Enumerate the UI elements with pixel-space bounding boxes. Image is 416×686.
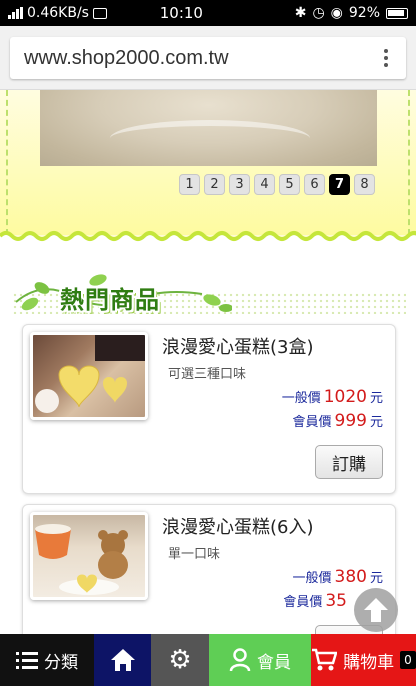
- battery-percent: 92%: [348, 5, 380, 21]
- alarm-icon: ◷: [312, 5, 325, 21]
- member-price-row: 會員價 35: [283, 591, 347, 611]
- user-icon: [229, 648, 251, 672]
- banner-page-6[interactable]: 6: [304, 174, 325, 195]
- banner-page-4[interactable]: 4: [254, 174, 275, 195]
- list-icon: [16, 652, 38, 669]
- banner-page-7[interactable]: 7: [329, 174, 350, 195]
- arrow-up-icon: [364, 598, 388, 622]
- nav-category-label: 分類: [44, 652, 78, 673]
- currency-label: 元: [369, 391, 383, 406]
- nav-home-button[interactable]: [94, 634, 151, 686]
- nav-member-button[interactable]: 會員: [209, 634, 311, 686]
- url-text[interactable]: www.shop2000.com.tw: [24, 47, 366, 70]
- more-vert-icon[interactable]: [366, 49, 406, 67]
- banner-image[interactable]: [40, 90, 377, 166]
- signal-icon: [8, 7, 23, 19]
- product-card[interactable]: 浪漫愛心蛋糕(6入) 單一口味 一般價 380 元 會員價 35 訂購: [22, 504, 396, 659]
- nav-cart-label: 購物車: [343, 652, 395, 673]
- list-price-label: 一般價: [281, 391, 321, 406]
- hot-products-header: 熱門商品: [8, 262, 408, 320]
- member-price-label: 會員價: [292, 415, 332, 430]
- banner-page-5[interactable]: 5: [279, 174, 300, 195]
- member-price-label: 會員價: [283, 595, 323, 610]
- banner-wave-border: [0, 231, 416, 250]
- banner-slider: 12345678: [0, 90, 416, 250]
- list-price-row: 一般價 380 元: [293, 567, 383, 587]
- currency-label: 元: [369, 571, 383, 586]
- product-description: 單一口味: [168, 547, 221, 562]
- product-description: 可選三種口味: [168, 367, 247, 382]
- product-name[interactable]: 浪漫愛心蛋糕(6入): [162, 513, 314, 539]
- nav-cart-button[interactable]: 購物車 0: [311, 634, 416, 686]
- gear-icon: ⚙: [168, 645, 192, 675]
- banner-page-8[interactable]: 8: [354, 174, 375, 195]
- hot-products-title: 熱門商品: [60, 285, 160, 314]
- currency-label: 元: [369, 415, 383, 430]
- product-image[interactable]: [30, 332, 148, 420]
- banner-pager: 12345678: [179, 174, 375, 195]
- cart-count-badge: 0: [400, 651, 416, 669]
- status-bar: 0.46KB/s 10:10 ✱ ◷ ◉ 92%: [0, 0, 416, 26]
- list-price-value: 1020: [323, 387, 367, 407]
- nav-member-label: 會員: [257, 652, 291, 673]
- hot-products-section: 熱門商品 浪漫愛心蛋糕(3盒) 可選三種口味 一般價 1020 元 會員價 99…: [8, 262, 408, 659]
- list-price-value: 380: [334, 567, 367, 587]
- product-image[interactable]: [30, 512, 148, 600]
- member-price-row: 會員價 999 元: [293, 411, 383, 431]
- banner-border-right: [392, 90, 410, 235]
- address-bar[interactable]: www.shop2000.com.tw: [10, 37, 406, 79]
- bottom-nav: 分類 ⚙ 會員 購物車 0: [0, 634, 416, 686]
- scroll-to-top-button[interactable]: [354, 588, 398, 632]
- list-price-label: 一般價: [292, 571, 332, 586]
- cart-icon: [312, 648, 338, 671]
- clock: 10:10: [159, 4, 203, 22]
- pudding-cup-rim: [110, 120, 310, 166]
- banner-page-2[interactable]: 2: [204, 174, 225, 195]
- notification-icon: [92, 7, 107, 19]
- bluetooth-icon: ✱: [294, 5, 307, 21]
- banner-border-left: [6, 90, 24, 235]
- nav-settings-button[interactable]: ⚙: [151, 634, 209, 686]
- member-price-value: 999: [334, 411, 367, 431]
- product-card[interactable]: 浪漫愛心蛋糕(3盒) 可選三種口味 一般價 1020 元 會員價 999 元 訂…: [22, 324, 396, 494]
- order-button[interactable]: 訂購: [315, 445, 383, 479]
- home-icon: [110, 649, 135, 671]
- product-name[interactable]: 浪漫愛心蛋糕(3盒): [162, 333, 314, 359]
- list-price-row: 一般價 1020 元: [282, 387, 383, 407]
- cake-heart-icon: [35, 335, 145, 413]
- eye-icon: ◉: [330, 5, 343, 21]
- network-speed: 0.46KB/s: [27, 5, 89, 21]
- teddy-bear-icon: [35, 524, 128, 595]
- browser-toolbar: www.shop2000.com.tw: [0, 26, 416, 90]
- banner-page-1[interactable]: 1: [179, 174, 200, 195]
- battery-icon: [386, 7, 408, 19]
- nav-category-button[interactable]: 分類: [0, 634, 94, 686]
- banner-page-3[interactable]: 3: [229, 174, 250, 195]
- member-price-value: 35: [325, 591, 347, 611]
